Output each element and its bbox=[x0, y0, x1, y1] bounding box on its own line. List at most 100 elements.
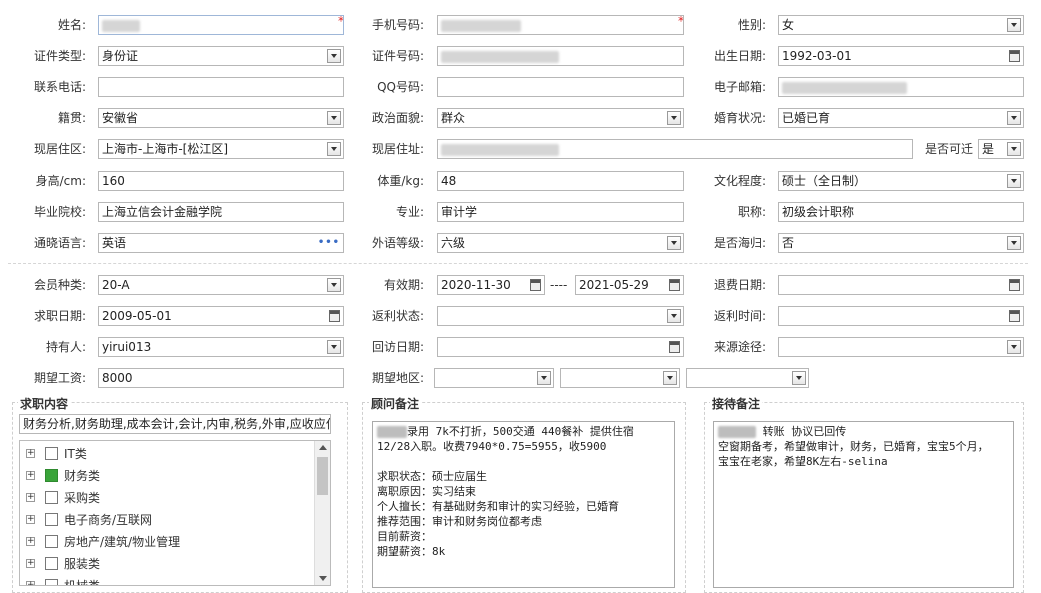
chevron-down-icon[interactable] bbox=[327, 278, 341, 292]
calendar-icon[interactable] bbox=[329, 310, 340, 322]
job-category-tree[interactable]: + IT类 + 财务类 + 采购类 + 电子商务/互联网 + 房地产/建筑/物业… bbox=[19, 440, 331, 586]
chevron-down-icon[interactable] bbox=[1007, 340, 1021, 354]
major-value: 审计学 bbox=[441, 205, 478, 219]
address-field[interactable] bbox=[437, 139, 913, 159]
chevron-down-icon[interactable] bbox=[327, 49, 341, 63]
chevron-down-icon[interactable] bbox=[1007, 236, 1021, 250]
scroll-down-icon[interactable] bbox=[319, 576, 327, 581]
rebate-status-label: 返利状态: bbox=[371, 309, 424, 323]
chevron-down-icon[interactable] bbox=[1007, 142, 1021, 156]
checkbox[interactable] bbox=[45, 535, 58, 548]
reception-notes-textarea[interactable]: 转账 协议已回传 空窗期备考，希望做审计，财务，已婚育，宝宝5个月， 宝宝在老家… bbox=[713, 421, 1014, 588]
more-icon[interactable]: ••• bbox=[318, 238, 340, 248]
tree-item-label: 服装类 bbox=[64, 557, 101, 571]
chevron-down-icon[interactable] bbox=[663, 371, 677, 385]
calendar-icon[interactable] bbox=[530, 279, 541, 291]
scroll-up-icon[interactable] bbox=[319, 445, 327, 450]
consultant-notes-first-line: 录用 7k不打折，500交通 440餐补 提供住宿 bbox=[407, 425, 634, 438]
chevron-down-icon[interactable] bbox=[537, 371, 551, 385]
source-select[interactable] bbox=[778, 337, 1024, 357]
job-content-summary[interactable]: 财务分析,财务助理,成本会计,会计,内审,税务,外审,应收应付 bbox=[19, 414, 331, 434]
rebate-status-select[interactable] bbox=[437, 306, 684, 326]
holder-label: 持有人: bbox=[45, 340, 86, 354]
chevron-down-icon[interactable] bbox=[667, 236, 681, 250]
tel-field[interactable] bbox=[98, 77, 344, 97]
native-place-select[interactable]: 安徽省 bbox=[98, 108, 344, 128]
height-field[interactable]: 160 bbox=[98, 171, 344, 191]
calendar-icon[interactable] bbox=[1009, 50, 1020, 62]
expand-icon[interactable]: + bbox=[26, 493, 35, 502]
chevron-down-icon[interactable] bbox=[327, 111, 341, 125]
rebate-time-field[interactable] bbox=[778, 306, 1024, 326]
name-field[interactable]: * bbox=[98, 15, 344, 35]
weight-field[interactable]: 48 bbox=[437, 171, 684, 191]
expand-icon[interactable]: + bbox=[26, 581, 35, 585]
chevron-down-icon[interactable] bbox=[1007, 18, 1021, 32]
birth-date-field[interactable]: 1992-03-01 bbox=[778, 46, 1024, 66]
holder-select[interactable]: yirui013 bbox=[98, 337, 344, 357]
valid-from-field[interactable]: 2020-11-30 bbox=[437, 275, 545, 295]
education-select[interactable]: 硕士（全日制） bbox=[778, 171, 1024, 191]
calendar-icon[interactable] bbox=[669, 279, 680, 291]
tree-item[interactable]: + IT类 bbox=[20, 443, 310, 465]
id-number-field[interactable] bbox=[437, 46, 684, 66]
chevron-down-icon[interactable] bbox=[667, 111, 681, 125]
region-province-select[interactable] bbox=[434, 368, 554, 388]
member-type-value: 20-A bbox=[102, 278, 130, 292]
gender-select[interactable]: 女 bbox=[778, 15, 1024, 35]
chevron-down-icon[interactable] bbox=[327, 142, 341, 156]
scrollbar[interactable] bbox=[314, 441, 330, 585]
consultant-notes-textarea[interactable]: 录用 7k不打折，500交通 440餐补 提供住宿 12/28入职。收费7940… bbox=[372, 421, 675, 588]
checkbox[interactable] bbox=[45, 579, 58, 585]
overseas-select[interactable]: 否 bbox=[778, 233, 1024, 253]
expand-icon[interactable]: + bbox=[26, 515, 35, 524]
checkbox[interactable] bbox=[45, 513, 58, 526]
calendar-icon[interactable] bbox=[1009, 310, 1020, 322]
residence-select[interactable]: 上海市-上海市-[松江区] bbox=[98, 139, 344, 159]
chevron-down-icon[interactable] bbox=[1007, 174, 1021, 188]
member-type-select[interactable]: 20-A bbox=[98, 275, 344, 295]
chevron-down-icon[interactable] bbox=[667, 309, 681, 323]
tree-item[interactable]: + 机械类 bbox=[20, 575, 310, 585]
qq-field[interactable] bbox=[437, 77, 684, 97]
checkbox[interactable] bbox=[45, 491, 58, 504]
school-field[interactable]: 上海立信会计金融学院 bbox=[98, 202, 344, 222]
major-field[interactable]: 审计学 bbox=[437, 202, 684, 222]
expand-icon[interactable]: + bbox=[26, 559, 35, 568]
language-field[interactable]: 英语 ••• bbox=[98, 233, 344, 253]
calendar-icon[interactable] bbox=[669, 341, 680, 353]
region-city-select[interactable] bbox=[560, 368, 680, 388]
checkbox[interactable] bbox=[45, 447, 58, 460]
region-district-select[interactable] bbox=[686, 368, 809, 388]
checkbox[interactable] bbox=[45, 557, 58, 570]
revisit-date-field[interactable] bbox=[437, 337, 684, 357]
tree-item[interactable]: + 房地产/建筑/物业管理 bbox=[20, 531, 310, 553]
chevron-down-icon[interactable] bbox=[792, 371, 806, 385]
scroll-thumb[interactable] bbox=[317, 457, 328, 495]
expand-icon[interactable]: + bbox=[26, 537, 35, 546]
valid-to-field[interactable]: 2021-05-29 bbox=[575, 275, 684, 295]
relocate-select[interactable]: 是 bbox=[978, 139, 1024, 159]
marital-select[interactable]: 已婚已育 bbox=[778, 108, 1024, 128]
gender-value: 女 bbox=[782, 18, 795, 32]
calendar-icon[interactable] bbox=[1009, 279, 1020, 291]
tree-item[interactable]: + 采购类 bbox=[20, 487, 310, 509]
expand-icon[interactable]: + bbox=[26, 449, 35, 458]
tree-item[interactable]: + 电子商务/互联网 bbox=[20, 509, 310, 531]
seek-date-field[interactable]: 2009-05-01 bbox=[98, 306, 344, 326]
language-level-select[interactable]: 六级 bbox=[437, 233, 684, 253]
salary-field[interactable]: 8000 bbox=[98, 368, 344, 388]
job-title-field[interactable]: 初级会计职称 bbox=[778, 202, 1024, 222]
tree-item[interactable]: + 服装类 bbox=[20, 553, 310, 575]
tree-item[interactable]: + 财务类 bbox=[20, 465, 310, 487]
checkbox-checked[interactable] bbox=[45, 469, 58, 482]
email-field[interactable] bbox=[778, 77, 1024, 97]
chevron-down-icon[interactable] bbox=[1007, 111, 1021, 125]
id-type-select[interactable]: 身份证 bbox=[98, 46, 344, 66]
political-select[interactable]: 群众 bbox=[437, 108, 684, 128]
phone-field[interactable]: * bbox=[437, 15, 684, 35]
chevron-down-icon[interactable] bbox=[327, 340, 341, 354]
language-level-value: 六级 bbox=[441, 236, 466, 250]
expand-icon[interactable]: + bbox=[26, 471, 35, 480]
refund-date-field[interactable] bbox=[778, 275, 1024, 295]
